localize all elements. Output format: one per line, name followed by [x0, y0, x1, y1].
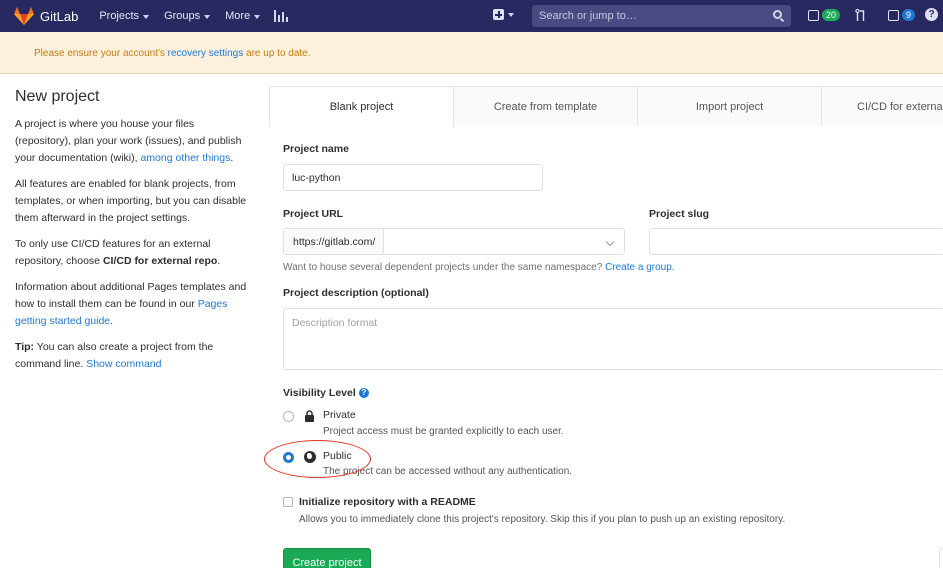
among-other-things-link[interactable]: among other things — [140, 152, 230, 164]
intro-text: A project is where you house your files … — [15, 116, 247, 373]
todos-count-badge: 9 — [902, 9, 916, 21]
alert-text-before: Please ensure your account's — [34, 48, 168, 59]
alert-text-after: are up to date. — [243, 48, 311, 59]
tab-blank-project[interactable]: Blank project — [269, 86, 454, 127]
intro-paragraph-1: A project is where you house your files … — [15, 116, 247, 167]
intro-p3-end: . — [217, 255, 221, 267]
page-title: New project — [15, 88, 100, 105]
issues-icon — [808, 9, 819, 21]
intro-paragraph-3: To only use CI/CD features for an extern… — [15, 236, 247, 270]
gitlab-tanuki-icon — [14, 7, 34, 25]
chevron-down-icon — [254, 14, 261, 19]
intro-paragraph-2: All features are enabled for blank proje… — [15, 178, 247, 224]
tab-import-project[interactable]: Import project — [638, 86, 822, 126]
search-icon — [773, 10, 782, 19]
initialize-readme-description: Allows you to immediately clone this pro… — [299, 514, 786, 525]
visibility-private-description: Project access must be granted explicitl… — [323, 426, 564, 437]
tab-create-from-template[interactable]: Create from template — [454, 86, 638, 126]
show-command-link[interactable]: Show command — [86, 358, 161, 370]
cancel-button[interactable] — [939, 548, 943, 568]
lock-icon — [305, 410, 314, 422]
help-icon[interactable]: ? — [925, 8, 938, 21]
namespace-help-text: Want to house several dependent projects… — [283, 262, 675, 273]
intro-p1-end: . — [230, 152, 234, 164]
nav-groups-dropdown[interactable]: Groups — [164, 10, 211, 22]
merge-request-icon[interactable] — [855, 9, 866, 21]
visibility-private-title: Private — [323, 409, 356, 421]
chevron-down-icon — [204, 14, 211, 19]
todo-icon — [888, 9, 899, 21]
create-group-link[interactable]: Create a group. — [605, 262, 675, 273]
project-name-input[interactable]: luc-python — [283, 164, 543, 191]
chevron-down-icon — [605, 237, 615, 247]
annotation-circle — [264, 440, 371, 478]
project-name-label: Project name — [283, 143, 349, 155]
namespace-help-message: Want to house several dependent projects… — [283, 262, 606, 273]
issues-button[interactable]: 20 — [808, 9, 841, 21]
new-project-intro: New project A project is where you house… — [15, 88, 247, 373]
alert-message: Please ensure your account's recovery se… — [34, 48, 311, 59]
recovery-settings-alert: Please ensure your account's recovery se… — [0, 32, 943, 74]
project-url-namespace-select[interactable]: https://gitlab.com/ — [283, 228, 625, 255]
nav-groups-label: Groups — [164, 10, 201, 22]
intro-paragraph-5: Tip: You can also create a project from … — [15, 339, 247, 373]
create-project-button[interactable]: Create project — [283, 548, 371, 568]
visibility-private-radio[interactable] — [283, 411, 294, 422]
search-placeholder: Search or jump to… — [539, 10, 637, 22]
new-item-dropdown[interactable] — [493, 9, 514, 20]
chevron-down-icon — [508, 13, 514, 17]
chevron-down-icon — [143, 14, 150, 19]
intro-p4-end: . — [110, 315, 114, 327]
question-circle-icon[interactable]: ? — [358, 388, 369, 399]
tab-cicd-external-repo[interactable]: CI/CD for external repo — [822, 86, 943, 126]
todos-button[interactable]: 9 — [888, 9, 916, 21]
brand-name: GitLab — [40, 8, 79, 24]
project-description-label: Project description (optional) — [283, 287, 429, 299]
project-url-prefix: https://gitlab.com/ — [284, 229, 385, 254]
project-type-tabs: Blank project Create from template Impor… — [269, 86, 943, 127]
project-description-textarea[interactable]: Description format — [283, 308, 943, 370]
project-url-label: Project URL — [283, 208, 344, 220]
intro-p3-bold: CI/CD for external repo — [102, 255, 218, 267]
top-navbar: GitLab Projects Groups More Search or ju… — [0, 0, 943, 32]
project-slug-input[interactable] — [649, 228, 943, 255]
intro-paragraph-4: Information about additional Pages templ… — [15, 279, 247, 330]
project-slug-label: Project slug — [649, 208, 710, 220]
visibility-level-label: Visibility Level? — [283, 387, 369, 399]
gitlab-logo[interactable]: GitLab — [14, 7, 78, 25]
visibility-level-text: Visibility Level — [283, 387, 356, 399]
issues-count-badge: 20 — [822, 9, 841, 21]
initialize-readme-checkbox[interactable] — [283, 497, 293, 507]
nav-more-dropdown[interactable]: More — [225, 10, 261, 22]
tip-label: Tip: — [15, 341, 35, 353]
nav-more-label: More — [225, 10, 251, 22]
initialize-readme-label[interactable]: Initialize repository with a README — [299, 496, 476, 508]
activity-chart-icon[interactable] — [274, 10, 289, 22]
recovery-settings-link[interactable]: recovery settings — [168, 48, 244, 59]
nav-projects-dropdown[interactable]: Projects — [99, 10, 150, 22]
nav-projects-label: Projects — [99, 10, 140, 22]
search-input[interactable]: Search or jump to… — [532, 5, 791, 27]
plus-icon — [493, 9, 504, 20]
